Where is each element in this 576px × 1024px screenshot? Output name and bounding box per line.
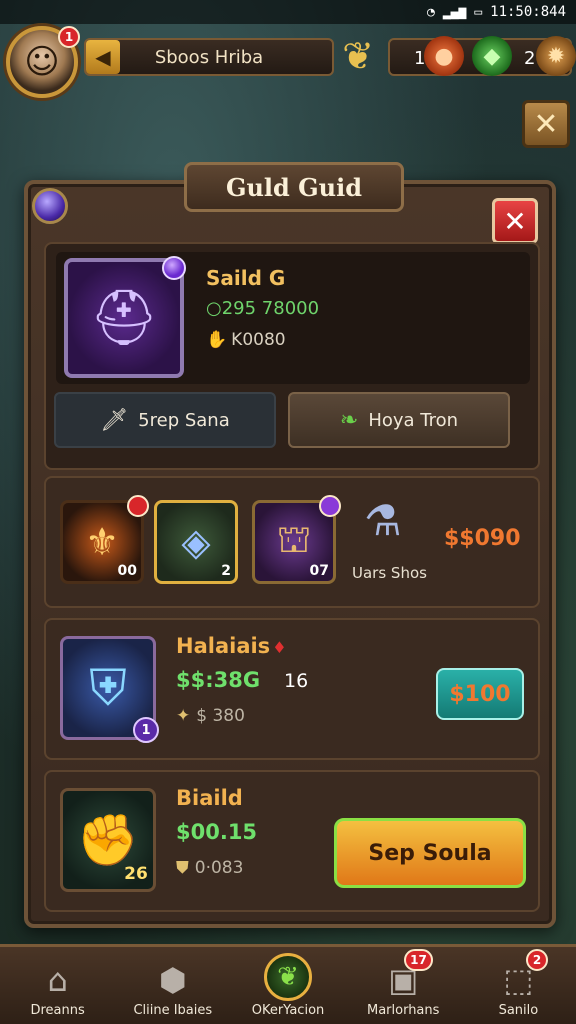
close-icon: ✕: [503, 204, 527, 238]
close-icon: ✕: [533, 106, 559, 142]
shop-row-item-slot[interactable]: ✊ 26: [60, 788, 156, 892]
red-gem-badge: [127, 495, 149, 517]
panel-close-button[interactable]: ✕: [492, 198, 538, 244]
row-price: $$:38G: [176, 668, 261, 692]
nav-item-sanilo[interactable]: ⬚ 2 Sanilo: [461, 947, 576, 1024]
item-slot-2[interactable]: ◈ 2: [154, 500, 238, 584]
featured-offer: ⛑ Saild G ○295 78000 ✋ K0080 🗡 5rep Sana …: [44, 242, 540, 470]
item-slot-3-count: 07: [309, 563, 329, 579]
row-title: Halaiais ♦: [176, 634, 287, 658]
clock: 11:50:844: [490, 4, 566, 20]
blue-armor-icon: ⛨: [89, 658, 127, 717]
row-sub: ✦ $ 380: [176, 706, 245, 726]
signal-icon: ▂▄▆: [442, 4, 467, 20]
item-level-badge: 26: [124, 864, 148, 884]
item-slot-2-count: 2: [221, 563, 231, 579]
featured-sub: ✋ K0080: [206, 330, 286, 350]
player-name: Sboos Hriba: [154, 46, 264, 68]
buy-button[interactable]: Sep Soula: [334, 818, 526, 888]
hand-coin-icon: ✋: [206, 330, 228, 350]
featured-left-button[interactable]: 🗡 5rep Sana: [54, 392, 276, 448]
currency-bar: 1 ● ◆ 2 ✹: [388, 36, 576, 76]
featured-item-slot[interactable]: ⛑: [64, 256, 186, 378]
guild-shop-panel: Guld Guid ✕ ⛑ Saild G ○295 78000 ✋ K0080 …: [24, 162, 556, 928]
purple-gem-badge: [319, 495, 341, 517]
purple-orb-icon: [32, 188, 68, 224]
player-avatar[interactable]: ☺ 1: [6, 26, 80, 98]
buy-button-label: Sep Soula: [368, 840, 492, 866]
nav-item-cliine-ibaies[interactable]: ⬢ Cliine Ibaies: [115, 947, 230, 1024]
rarity-gem-icon: [162, 256, 186, 280]
fire-helmet-icon: ⚜: [84, 520, 120, 564]
wifi-icon: ◔: [427, 4, 435, 20]
house-icon: ⌂: [47, 961, 68, 999]
avatar-notification-badge: 1: [58, 26, 80, 48]
status-bar: ◔ ▂▄▆ ▭ 11:50:844: [0, 0, 576, 24]
featured-price: ○295 78000: [206, 298, 320, 319]
golden-gauntlet-icon: ✊: [76, 810, 140, 869]
purple-helmet-icon: ⛑: [89, 286, 159, 349]
panel-title-plate: Guld Guid: [184, 162, 404, 212]
row-title: Biaild: [176, 786, 243, 810]
stone-icon: ⬢: [158, 961, 187, 999]
fire-seed-icon[interactable]: ●: [424, 36, 464, 76]
leaf-icon: ❦: [264, 953, 312, 1001]
chevron-left-icon: ◀: [95, 45, 111, 69]
strip-price: $$090: [444, 526, 521, 551]
shop-row-item-slot[interactable]: ⛨ 1: [60, 636, 159, 743]
leaf-icon: ❧: [339, 407, 359, 433]
row-price: $00.15: [176, 820, 258, 844]
nav-badge: 17: [404, 949, 433, 971]
row-sub: ⛊ 0·083: [176, 858, 244, 878]
item-level-badge: 1: [133, 717, 159, 743]
buy-button-label: $100: [449, 681, 511, 707]
item-strip: ⚜ 00 ◈ 2 ⛫ 07 ⚗ Uars Shos $$090: [44, 476, 540, 608]
buy-button[interactable]: $100: [436, 668, 524, 720]
item-slot-4-label: Uars Shos: [352, 564, 427, 582]
shop-row: ⛨ 1 Halaiais ♦ $$:38G 16 ✦ $ 380 $100: [44, 618, 540, 760]
currency-2-value: 2: [524, 48, 536, 69]
green-gem-icon[interactable]: ◆: [472, 36, 512, 76]
shop-row: ✊ 26 Biaild $00.15 ⛊ 0·083 Sep Soula: [44, 770, 540, 912]
nav-item-marlorhans[interactable]: ▣ 17 Marlorhans: [346, 947, 461, 1024]
top-bar: ☺ 1 Sboos Hriba ◀ ❦ 1 ● ◆ 2 ✹: [0, 24, 576, 98]
gold-leaf-icon: ❦: [342, 34, 374, 78]
row-quantity: 16: [284, 670, 309, 692]
item-slot-3[interactable]: ⛫ 07: [252, 495, 341, 584]
player-name-plate[interactable]: Sboos Hriba: [84, 38, 334, 76]
ruby-icon: ♦: [272, 638, 287, 657]
portrait-icon: ☺: [24, 42, 60, 82]
nav-item-okeryacion[interactable]: ❦ OKerYacion: [230, 947, 345, 1024]
featured-title: Saild G: [206, 266, 286, 290]
featured-sub-value: K0080: [231, 330, 286, 350]
item-slot-1[interactable]: ⚜ 00: [60, 495, 149, 584]
featured-right-button[interactable]: ❧ Hoya Tron: [288, 392, 510, 448]
item-slot-1-count: 00: [117, 563, 137, 579]
nav-item-dreanns[interactable]: ⌂ Dreanns: [0, 947, 115, 1024]
shield-icon: ⛊: [176, 858, 189, 878]
featured-right-label: Hoya Tron: [368, 409, 459, 431]
crystal-shard-icon: ◈: [181, 520, 211, 564]
ore-icon: ✦: [176, 706, 191, 726]
battery-icon: ▭: [474, 4, 483, 20]
golden-chest-icon: ⛫: [276, 517, 312, 561]
potion-bottle-icon[interactable]: ⚗: [364, 496, 402, 545]
gear-coin-icon[interactable]: ✹: [536, 36, 576, 76]
featured-left-label: 5rep Sana: [138, 409, 230, 431]
bottom-navigation: ⌂ Dreanns ⬢ Cliine Ibaies ❦ OKerYacion ▣…: [0, 944, 576, 1024]
panel-title: Guld Guid: [225, 172, 363, 202]
sword-icon: 🗡: [100, 407, 129, 433]
nav-badge: 2: [526, 949, 549, 971]
screen-close-button[interactable]: ✕: [522, 100, 570, 148]
featured-info-box: ⛑ Saild G ○295 78000 ✋ K0080: [56, 252, 530, 384]
back-arrow-button[interactable]: ◀: [86, 40, 120, 74]
